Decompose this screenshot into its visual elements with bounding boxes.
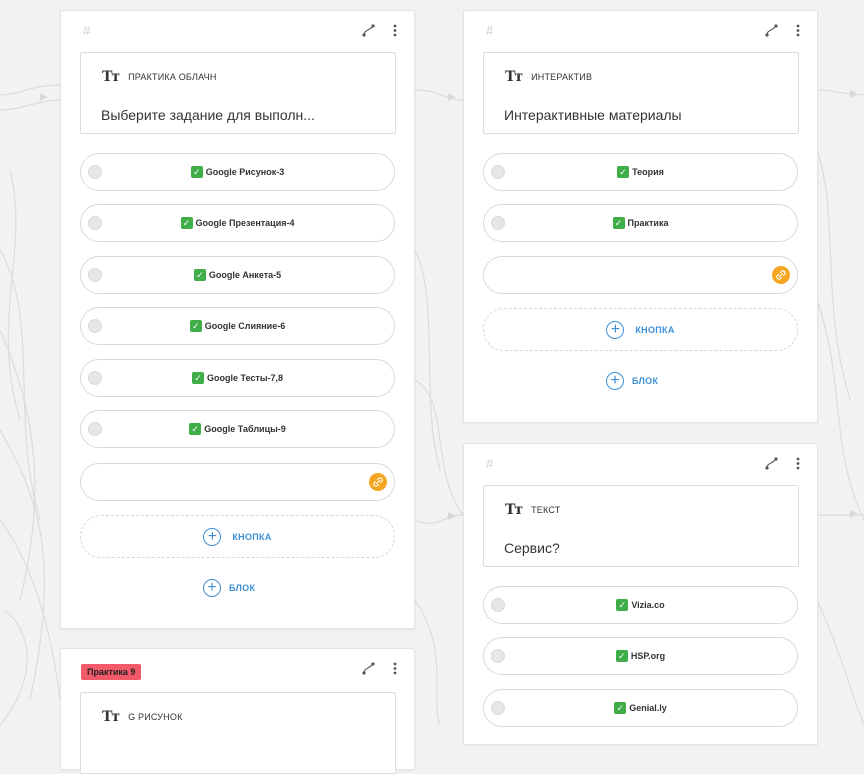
status-tag: Практика 9 bbox=[81, 664, 142, 680]
check-icon: ✓ bbox=[190, 166, 203, 178]
text-block[interactable]: Tт ИНТЕРАКТИВ Интерактивные материалы bbox=[483, 52, 799, 134]
more-vertical-icon[interactable] bbox=[791, 22, 805, 38]
option-button[interactable]: ✓ Vizia.co bbox=[483, 586, 798, 624]
option-label: Google Рисунок-3 bbox=[205, 167, 285, 177]
option-label: Практика bbox=[627, 218, 669, 228]
option-button[interactable]: ✓ Google Рисунок-3 bbox=[80, 153, 395, 191]
link-icon[interactable] bbox=[369, 473, 387, 491]
check-icon: ✓ bbox=[615, 650, 628, 662]
text-type-icon: Tт bbox=[505, 69, 523, 85]
check-icon: ✓ bbox=[180, 217, 193, 229]
empty-option-button[interactable] bbox=[80, 463, 395, 501]
add-button-button[interactable]: + КНОПКА bbox=[80, 515, 395, 558]
text-block-body: Интерактивные материалы bbox=[504, 107, 682, 123]
connect-icon[interactable] bbox=[764, 22, 778, 38]
text-block[interactable]: Tт ПРАКТИКА ОБЛАЧН Выберите задание для … bbox=[80, 52, 396, 134]
option-button[interactable]: ✓ Google Анкета-5 bbox=[80, 256, 395, 294]
text-block-label: ИНТЕРАКТИВ bbox=[531, 72, 593, 82]
check-icon: ✓ bbox=[617, 166, 630, 178]
add-button-label: КНОПКА bbox=[635, 324, 675, 335]
radio-dot bbox=[491, 649, 505, 663]
radio-dot bbox=[491, 701, 505, 715]
connect-icon[interactable] bbox=[361, 22, 375, 38]
check-icon: ✓ bbox=[193, 269, 206, 281]
text-block-body: Сервис? bbox=[504, 540, 560, 556]
radio-dot bbox=[491, 165, 505, 179]
add-button-label: КНОПКА bbox=[232, 531, 272, 542]
option-label: HSP.org bbox=[630, 651, 666, 661]
option-label: Google Тесты-7,8 bbox=[206, 373, 284, 383]
add-button-button[interactable]: + КНОПКА bbox=[483, 308, 798, 351]
option-label: Google Таблицы-9 bbox=[204, 424, 286, 434]
text-block-label: ТЕКСТ bbox=[531, 505, 561, 515]
add-block-label: БЛОК bbox=[229, 583, 256, 593]
text-type-icon: Tт bbox=[102, 709, 120, 725]
plus-circle-icon: + bbox=[203, 579, 221, 597]
add-block-label: БЛОК bbox=[632, 376, 659, 386]
text-type-icon: Tт bbox=[505, 502, 523, 518]
option-label: Google Слияние-6 bbox=[204, 321, 286, 331]
option-label: Vizia.co bbox=[631, 600, 665, 610]
text-block-label: ПРАКТИКА ОБЛАЧН bbox=[128, 72, 217, 82]
text-block-body: Выберите задание для выполн... bbox=[101, 107, 315, 123]
check-icon: ✓ bbox=[191, 372, 204, 384]
radio-dot bbox=[88, 319, 102, 333]
option-button[interactable]: ✓ Google Таблицы-9 bbox=[80, 410, 395, 448]
text-block[interactable]: Tт G РИСУНОК bbox=[80, 692, 396, 774]
option-button[interactable]: ✓ Теория bbox=[483, 153, 798, 191]
plus-circle-icon: + bbox=[606, 320, 625, 339]
add-block-button[interactable]: + БЛОК bbox=[606, 372, 658, 390]
option-button[interactable]: ✓ Google Презентация-4 bbox=[80, 204, 395, 242]
text-block[interactable]: Tт ТЕКСТ Сервис? bbox=[483, 485, 799, 567]
radio-dot bbox=[88, 268, 102, 282]
check-icon: ✓ bbox=[614, 702, 627, 714]
connect-icon[interactable] bbox=[361, 660, 375, 676]
option-label: Google Анкета-5 bbox=[208, 270, 282, 280]
card-toolbar bbox=[764, 22, 805, 38]
hash-icon: # bbox=[486, 23, 494, 38]
empty-option-button[interactable] bbox=[483, 256, 798, 294]
radio-dot bbox=[491, 216, 505, 230]
card-toolbar bbox=[764, 455, 805, 471]
link-icon[interactable] bbox=[772, 266, 790, 284]
card-tekst: # Tт ТЕКСТ Сервис? ✓ Vizia.co ✓ HSP.org ✓ G… bbox=[463, 443, 818, 745]
option-button[interactable]: ✓ Практика bbox=[483, 204, 798, 242]
radio-dot bbox=[88, 165, 102, 179]
hash-icon: # bbox=[486, 456, 494, 471]
radio-dot bbox=[88, 371, 102, 385]
card-toolbar bbox=[361, 22, 402, 38]
card-g-risunok: Практика 9 Tт G РИСУНОК bbox=[60, 648, 415, 774]
check-icon: ✓ bbox=[616, 599, 629, 611]
check-icon: ✓ bbox=[189, 423, 202, 435]
card-praktika-oblachn: # Tт ПРАКТИКА ОБЛАЧН Выберите задание дл… bbox=[60, 10, 415, 629]
text-block-label: G РИСУНОК bbox=[128, 712, 183, 722]
plus-circle-icon: + bbox=[606, 372, 624, 390]
hash-icon: # bbox=[83, 23, 91, 38]
card-toolbar bbox=[361, 660, 402, 676]
radio-dot bbox=[491, 598, 505, 612]
more-vertical-icon[interactable] bbox=[791, 455, 805, 471]
option-label: Google Презентация-4 bbox=[195, 218, 295, 228]
more-vertical-icon[interactable] bbox=[388, 660, 402, 676]
option-label: Genial.ly bbox=[629, 703, 667, 713]
check-icon: ✓ bbox=[612, 217, 625, 229]
add-block-button[interactable]: + БЛОК bbox=[203, 579, 255, 597]
option-label: Теория bbox=[632, 167, 664, 177]
more-vertical-icon[interactable] bbox=[388, 22, 402, 38]
option-button[interactable]: ✓ Google Тесты-7,8 bbox=[80, 359, 395, 397]
card-interaktiv: # Tт ИНТЕРАКТИВ Интерактивные материалы … bbox=[463, 10, 818, 423]
connect-icon[interactable] bbox=[764, 455, 778, 471]
option-button[interactable]: ✓ Genial.ly bbox=[483, 689, 798, 727]
check-icon: ✓ bbox=[189, 320, 202, 332]
radio-dot bbox=[88, 216, 102, 230]
plus-circle-icon: + bbox=[203, 527, 222, 546]
option-button[interactable]: ✓ HSP.org bbox=[483, 637, 798, 675]
option-button[interactable]: ✓ Google Слияние-6 bbox=[80, 307, 395, 345]
radio-dot bbox=[88, 422, 102, 436]
text-type-icon: Tт bbox=[102, 69, 120, 85]
